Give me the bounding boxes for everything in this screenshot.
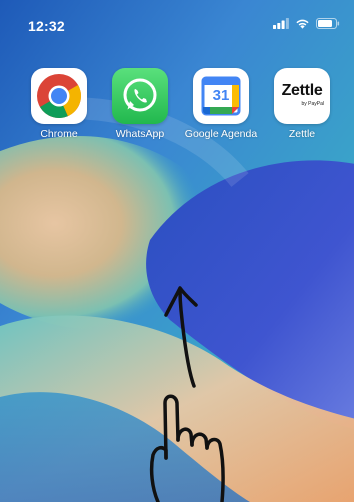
app-zettle[interactable]: Zettle by PayPal Zettle xyxy=(262,68,342,140)
app-label: Chrome xyxy=(40,128,78,140)
google-calendar-icon[interactable]: 31 xyxy=(193,68,249,124)
battery-icon xyxy=(316,18,340,29)
status-bar: 12:32 xyxy=(0,0,354,44)
cellular-signal-icon xyxy=(273,18,289,29)
app-label: Google Agenda xyxy=(184,128,258,140)
whatsapp-icon[interactable] xyxy=(112,68,168,124)
app-label: Zettle xyxy=(288,128,316,140)
status-icons xyxy=(273,18,340,29)
zettle-icon[interactable]: Zettle by PayPal xyxy=(274,68,330,124)
wifi-icon xyxy=(296,19,309,29)
chrome-icon[interactable] xyxy=(31,68,87,124)
app-whatsapp[interactable]: WhatsApp xyxy=(100,68,180,140)
home-screen: 12:32 Chrome WhatsApp 31 Google Agenda Z… xyxy=(0,0,354,502)
status-time: 12:32 xyxy=(28,18,65,34)
app-google-agenda[interactable]: 31 Google Agenda xyxy=(181,68,261,140)
calendar-day-number: 31 xyxy=(212,87,230,104)
app-chrome[interactable]: Chrome xyxy=(19,68,99,140)
zettle-logo-subtext: by PayPal xyxy=(301,101,324,107)
zettle-logo-text: Zettle xyxy=(281,82,323,99)
app-label: WhatsApp xyxy=(115,128,165,140)
